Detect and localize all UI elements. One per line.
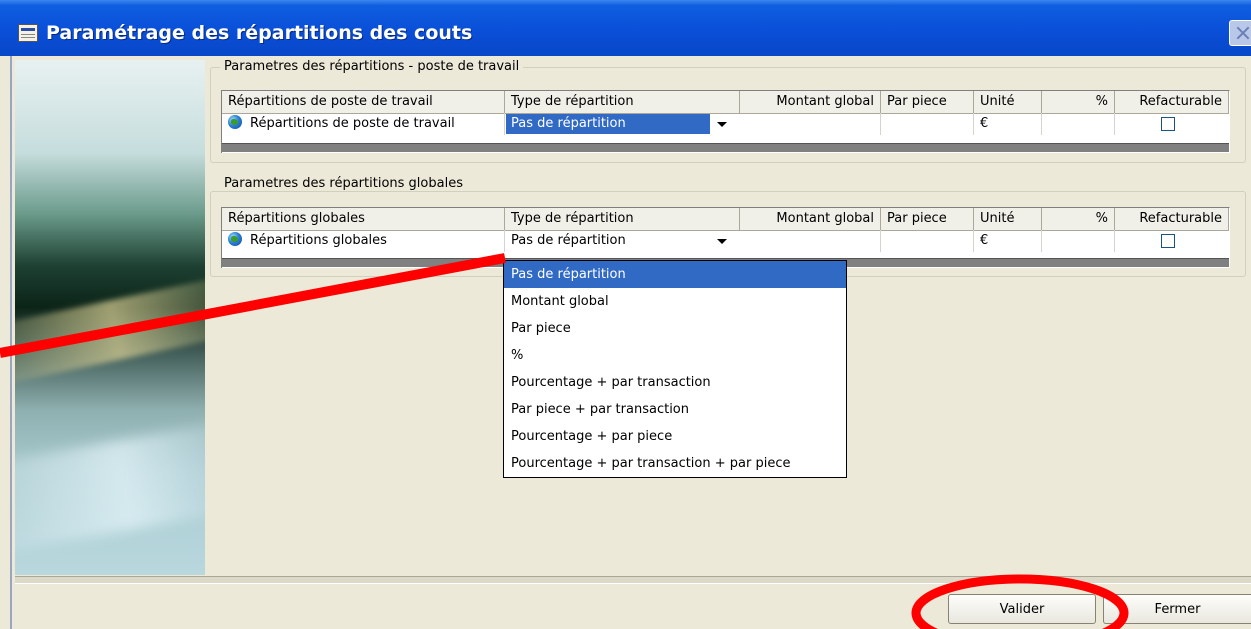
col-header-montant[interactable]: Montant global	[740, 208, 881, 230]
cell-montant[interactable]	[740, 113, 881, 135]
col-header-pct[interactable]: %	[1042, 91, 1115, 113]
cell-name: Répartitions de poste de travail	[222, 113, 505, 135]
col-header-name[interactable]: Répartitions globales	[222, 208, 505, 230]
cell-refacturable	[1115, 113, 1229, 135]
cell-par-piece[interactable]	[881, 113, 974, 135]
grid-globales: Répartitions globales Type de répartitio…	[221, 207, 1230, 268]
bottom-separator	[15, 576, 1251, 584]
col-header-unite[interactable]: Unité	[974, 91, 1042, 113]
group-poste-travail-legend: Parametres des répartitions - poste de t…	[220, 59, 524, 74]
table-row[interactable]: Répartitions de poste de travail Pas de …	[222, 113, 1229, 135]
globe-icon	[228, 115, 242, 129]
side-banner-image	[15, 60, 205, 575]
dropdown-option[interactable]: Montant global	[504, 288, 846, 315]
dropdown-arrow-icon[interactable]	[712, 232, 732, 250]
cell-pct[interactable]	[1042, 230, 1115, 252]
col-header-unite[interactable]: Unité	[974, 208, 1042, 230]
grid-poste-travail: Répartitions de poste de travail Type de…	[221, 90, 1230, 153]
dropdown-option[interactable]: %	[504, 342, 846, 369]
table-row[interactable]: Répartitions globales Pas de répartition…	[222, 230, 1229, 252]
globe-icon	[228, 232, 242, 246]
dropdown-option[interactable]: Pourcentage + par transaction	[504, 369, 846, 396]
window-left-border	[10, 56, 12, 629]
cell-refacturable	[1115, 230, 1229, 252]
col-header-type[interactable]: Type de répartition	[505, 208, 740, 230]
col-header-par-piece[interactable]: Par piece	[881, 208, 974, 230]
col-header-montant[interactable]: Montant global	[740, 91, 881, 113]
cell-unite: €	[974, 230, 1042, 252]
dropdown-option[interactable]: Pourcentage + par piece	[504, 423, 846, 450]
type-repartition-dropdown-list: Pas de répartition Montant global Par pi…	[503, 260, 847, 478]
col-header-name[interactable]: Répartitions de poste de travail	[222, 91, 505, 113]
close-button[interactable]: Fermer	[1103, 594, 1251, 624]
col-header-pct[interactable]: %	[1042, 208, 1115, 230]
dropdown-option[interactable]: Pas de répartition	[504, 261, 846, 288]
col-header-refacturable[interactable]: Refacturable	[1115, 91, 1229, 113]
cell-name: Répartitions globales	[222, 230, 505, 252]
grid-header: Répartitions de poste de travail Type de…	[222, 91, 1229, 114]
type-repartition-select[interactable]: Pas de répartition	[506, 231, 734, 251]
dropdown-option[interactable]: Par piece + par transaction	[504, 396, 846, 423]
grid-header: Répartitions globales Type de répartitio…	[222, 208, 1229, 231]
cell-unite: €	[974, 113, 1042, 135]
col-header-type[interactable]: Type de répartition	[505, 91, 740, 113]
row-name-label: Répartitions globales	[250, 233, 387, 248]
type-repartition-select[interactable]: Pas de répartition	[506, 114, 734, 134]
refacturable-checkbox[interactable]	[1161, 234, 1175, 248]
dropdown-option[interactable]: Pourcentage + par transaction + par piec…	[504, 450, 846, 477]
validate-button[interactable]: Valider	[948, 594, 1096, 624]
group-globales-legend: Parametres des répartitions globales	[220, 176, 467, 191]
col-header-refacturable[interactable]: Refacturable	[1115, 208, 1229, 230]
type-repartition-value: Pas de répartition	[511, 233, 626, 248]
dropdown-arrow-icon[interactable]	[712, 115, 732, 133]
cell-montant[interactable]	[740, 230, 881, 252]
window-title: Paramétrage des répartitions des couts	[46, 22, 473, 44]
cell-pct[interactable]	[1042, 113, 1115, 135]
window-titlebar: Paramétrage des répartitions des couts	[0, 0, 1251, 56]
cell-par-piece[interactable]	[881, 230, 974, 252]
dropdown-option[interactable]: Par piece	[504, 315, 846, 342]
row-name-label: Répartitions de poste de travail	[250, 116, 455, 131]
close-window-icon[interactable]	[1229, 20, 1251, 46]
col-header-par-piece[interactable]: Par piece	[881, 91, 974, 113]
type-repartition-value: Pas de répartition	[506, 114, 710, 134]
grid-scrollbar[interactable]	[222, 143, 1229, 152]
refacturable-checkbox[interactable]	[1161, 117, 1175, 131]
app-window-icon	[18, 24, 38, 42]
